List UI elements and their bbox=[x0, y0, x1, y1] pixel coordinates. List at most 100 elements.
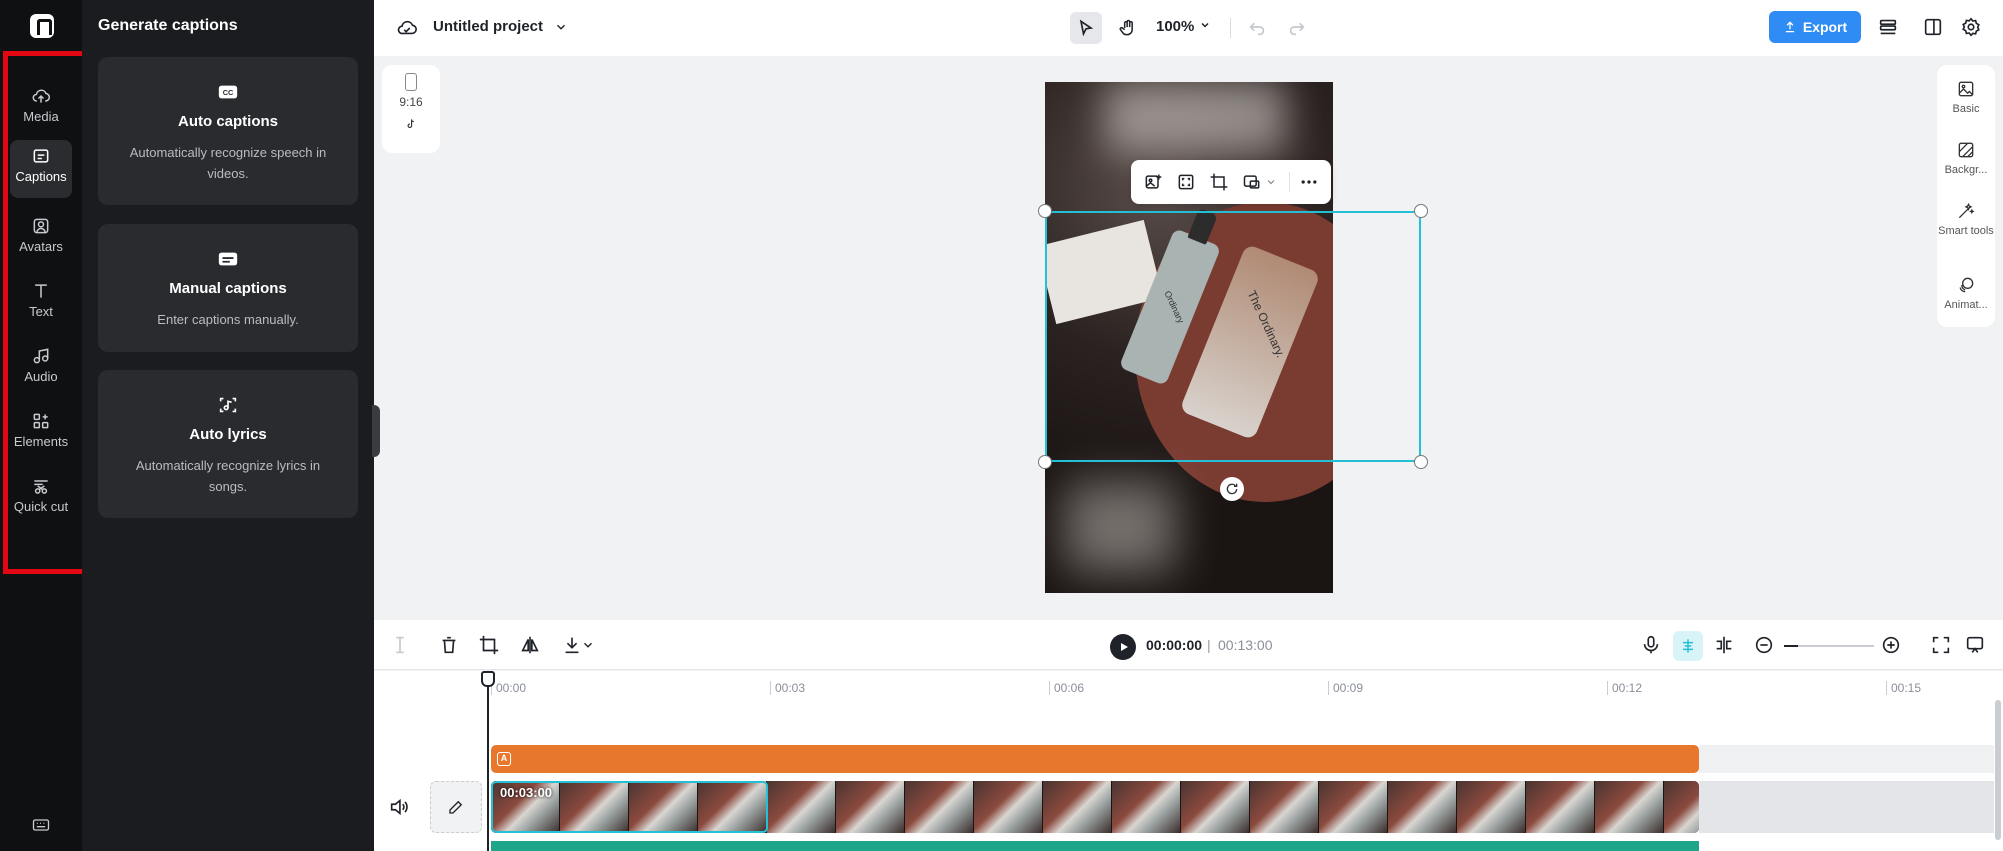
rp-item-basic[interactable]: Basic bbox=[1937, 79, 1995, 116]
undo-icon[interactable] bbox=[1246, 16, 1268, 38]
clip-thumbnail bbox=[1043, 781, 1112, 833]
rail-item-quick-cut[interactable]: Quick cut bbox=[10, 470, 72, 534]
panel-collapse-handle[interactable] bbox=[372, 405, 380, 457]
rail-item-media[interactable]: Media bbox=[10, 80, 72, 128]
microphone-icon[interactable] bbox=[1640, 634, 1662, 656]
floating-toolbar bbox=[1131, 160, 1331, 204]
auto-captions-card[interactable]: CC Auto captions Automatically recognize… bbox=[98, 57, 358, 205]
phone-icon bbox=[405, 73, 417, 91]
timeline-scrollbar[interactable] bbox=[1995, 700, 2001, 840]
clip-thumbnail bbox=[1319, 781, 1388, 833]
resize-handle-bl[interactable] bbox=[1038, 455, 1052, 469]
split-clip-icon[interactable] bbox=[1713, 634, 1735, 656]
aspect-ratio-box[interactable]: 9:16 bbox=[382, 65, 440, 153]
audio-track[interactable] bbox=[491, 841, 1699, 851]
clip-thumbnail bbox=[1250, 781, 1319, 833]
layers-icon[interactable] bbox=[1877, 16, 1899, 38]
rail-label: Captions bbox=[15, 169, 67, 184]
gear-icon[interactable] bbox=[1960, 16, 1982, 38]
clip-thumbnail bbox=[767, 781, 836, 833]
rail-label: Quick cut bbox=[13, 499, 69, 514]
rail-item-avatars[interactable]: Avatars bbox=[10, 210, 72, 258]
panel-layout-icon[interactable] bbox=[1922, 16, 1944, 38]
fit-icon[interactable] bbox=[1176, 172, 1196, 192]
auto-lyrics-card[interactable]: Auto lyrics Automatically recognize lyri… bbox=[98, 370, 358, 518]
pencil-icon bbox=[449, 800, 463, 814]
lyrics-icon bbox=[219, 397, 237, 413]
background-icon[interactable] bbox=[1242, 172, 1262, 192]
cover-edit-button[interactable] bbox=[430, 781, 482, 833]
volume-icon[interactable] bbox=[388, 796, 410, 818]
replace-image-icon[interactable] bbox=[1143, 172, 1163, 192]
music-icon bbox=[33, 348, 49, 364]
rail-item-elements[interactable]: Elements bbox=[10, 405, 72, 453]
project-name[interactable]: Untitled project bbox=[433, 18, 543, 35]
rp-item-background[interactable]: Backgr... bbox=[1937, 140, 1995, 177]
playhead-handle[interactable] bbox=[481, 671, 495, 687]
clip-thumbnail bbox=[905, 781, 974, 833]
flip-icon[interactable] bbox=[519, 634, 541, 656]
zoom-dropdown[interactable]: 100% bbox=[1156, 18, 1211, 35]
split-icon[interactable] bbox=[389, 634, 411, 656]
selection-box[interactable] bbox=[1045, 211, 1421, 462]
rp-label: Animat... bbox=[1944, 299, 1988, 311]
cloud-upload-icon bbox=[32, 89, 51, 103]
resize-handle-br[interactable] bbox=[1414, 455, 1428, 469]
resize-handle-tl[interactable] bbox=[1038, 204, 1052, 218]
caption-track[interactable]: A bbox=[491, 745, 1699, 773]
timeline-zoom-knob[interactable] bbox=[1784, 645, 1798, 647]
video-track-empty bbox=[1699, 781, 1994, 833]
chevron-down-icon[interactable] bbox=[1265, 172, 1277, 192]
download-icon[interactable] bbox=[561, 634, 583, 656]
upload-icon bbox=[1785, 21, 1794, 33]
clip-thumbnail bbox=[974, 781, 1043, 833]
feedback-icon[interactable] bbox=[1964, 634, 1986, 656]
tiktok-icon bbox=[407, 119, 415, 129]
play-icon bbox=[1121, 643, 1128, 651]
ruler-tick: 00:03 bbox=[770, 681, 805, 695]
crop-icon[interactable] bbox=[1209, 172, 1229, 192]
clip-thumbnail bbox=[1595, 781, 1664, 833]
time-separator: | bbox=[1207, 637, 1211, 653]
magnet-icon bbox=[1683, 639, 1693, 653]
rotate-handle[interactable] bbox=[1220, 477, 1244, 501]
playhead[interactable] bbox=[487, 674, 489, 851]
clip-thumbnail bbox=[1112, 781, 1181, 833]
app-logo[interactable] bbox=[30, 14, 54, 38]
rp-label: Backgr... bbox=[1944, 164, 1988, 176]
zoom-out-icon[interactable] bbox=[1753, 634, 1775, 656]
magic-wand-icon bbox=[1958, 202, 1975, 219]
manual-captions-card[interactable]: Manual captions Enter captions manually. bbox=[98, 224, 358, 352]
chevron-down-icon[interactable] bbox=[554, 20, 568, 34]
rail-item-captions[interactable]: Captions bbox=[10, 140, 72, 198]
ratio-label: 9:16 bbox=[399, 95, 423, 109]
rail-item-audio[interactable]: Audio bbox=[10, 340, 72, 388]
rp-item-animation[interactable]: Animat... bbox=[1937, 275, 1995, 312]
zoom-in-icon[interactable] bbox=[1880, 634, 1902, 656]
video-highlight-bottom bbox=[1065, 482, 1175, 572]
keyboard-icon[interactable] bbox=[31, 815, 51, 835]
more-icon[interactable] bbox=[1299, 172, 1319, 192]
hand-icon bbox=[1119, 19, 1133, 36]
export-button[interactable]: Export bbox=[1769, 11, 1861, 43]
select-tool-button[interactable] bbox=[1070, 12, 1102, 44]
rp-item-smart-tools[interactable]: Smart tools bbox=[1937, 201, 1995, 238]
rp-label: Basic bbox=[1952, 103, 1980, 115]
resize-handle-tr[interactable] bbox=[1414, 204, 1428, 218]
right-property-panel: Basic Backgr... Smart tools Animat... bbox=[1937, 65, 1995, 327]
play-button[interactable] bbox=[1110, 634, 1136, 660]
hand-tool-button[interactable] bbox=[1112, 12, 1144, 44]
clip-duration: 00:03:00 bbox=[500, 785, 553, 800]
card-description: Automatically recognize speech in videos… bbox=[129, 145, 327, 181]
auto-snap-toggle[interactable] bbox=[1673, 631, 1703, 661]
chevron-down-icon[interactable] bbox=[581, 634, 595, 656]
chevron-down-icon bbox=[1201, 22, 1209, 28]
redo-icon[interactable] bbox=[1286, 16, 1308, 38]
trash-icon[interactable] bbox=[438, 634, 460, 656]
cloud-sync-icon[interactable] bbox=[396, 17, 418, 39]
ruler-tick: 00:06 bbox=[1049, 681, 1084, 695]
fullscreen-icon[interactable] bbox=[1930, 634, 1952, 656]
crop-icon[interactable] bbox=[478, 634, 500, 656]
rp-label: Smart tools bbox=[1938, 225, 1994, 237]
rail-item-text[interactable]: Text bbox=[10, 275, 72, 323]
